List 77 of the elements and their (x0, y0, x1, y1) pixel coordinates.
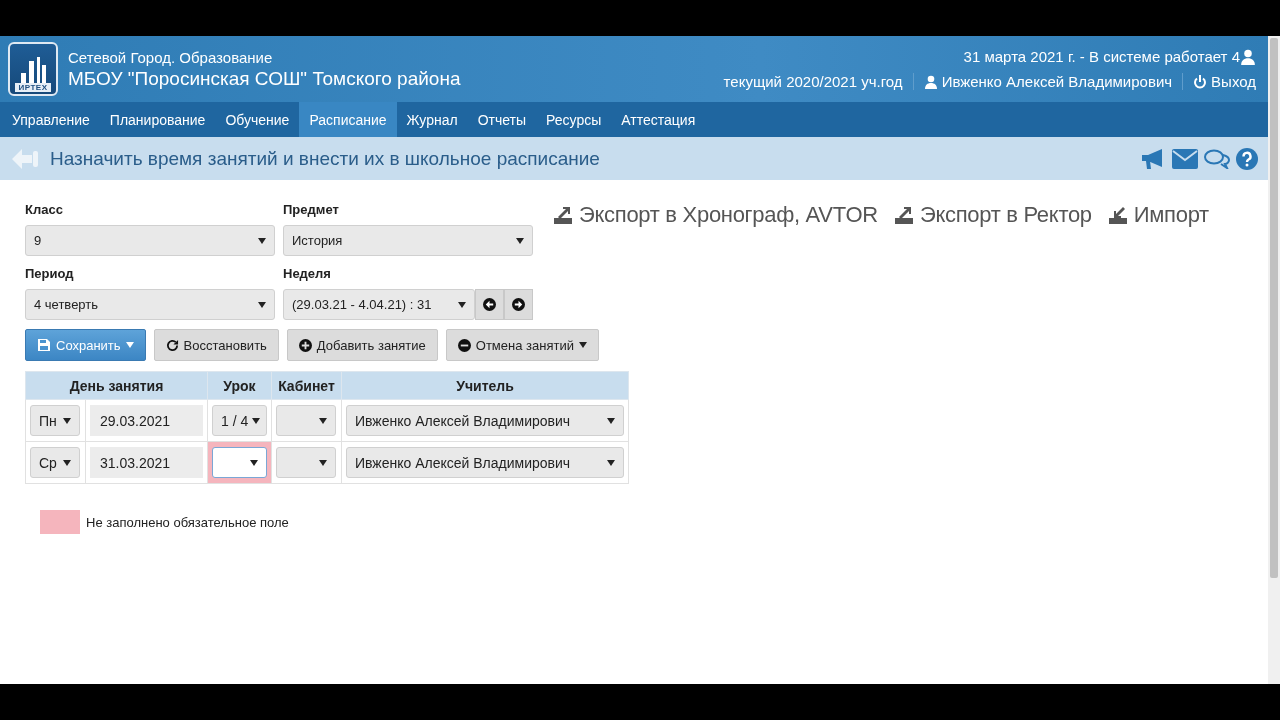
legend-text: Не заполнено обязательное поле (86, 514, 289, 530)
status-text: 31 марта 2021 г. - В системе работает 4 (963, 48, 1240, 65)
previous-week-button[interactable] (475, 289, 504, 320)
restore-button[interactable]: Восстановить (153, 329, 279, 361)
select-field[interactable]: 9 (25, 225, 275, 256)
legend-swatch (40, 510, 80, 534)
logout-link[interactable]: Выход (1182, 73, 1256, 90)
page-title: Назначить время занятий и внести их в школьное расписание (50, 147, 600, 170)
cancel-button[interactable]: Отмена занятий (445, 329, 599, 361)
caret-icon (516, 237, 524, 244)
import-icon (1107, 205, 1128, 225)
arrow-right-icon (512, 298, 525, 311)
field-label: Неделя (283, 266, 332, 281)
menu-item[interactable]: Расписание (299, 102, 397, 137)
day-select[interactable]: Пн (30, 405, 80, 436)
mail-icon[interactable] (1172, 148, 1198, 169)
user-icon (923, 74, 938, 89)
logo-bars-icon (18, 57, 48, 83)
export-link[interactable]: Экспорт в Хронограф, AVTOR (553, 202, 878, 228)
plus-circle-icon (298, 338, 312, 352)
select-field[interactable]: История (283, 225, 533, 256)
minus-circle-icon (457, 338, 471, 352)
school-year: текущий 2020/2021 уч.год (723, 73, 903, 90)
caret-icon (258, 237, 266, 244)
caret-icon (578, 342, 587, 348)
user-link[interactable]: Ивженко Алексей Владимирович (912, 73, 1173, 90)
help-icon[interactable] (1236, 147, 1258, 170)
column-header: Кабинет (271, 371, 342, 400)
user-icon (1240, 48, 1256, 65)
caret-icon (125, 342, 134, 348)
school-name: МБОУ "Поросинская СОШ" Томского района (68, 67, 461, 90)
export-icon (553, 205, 573, 225)
scrollbar[interactable] (1268, 36, 1280, 684)
caret-icon (63, 459, 71, 466)
caret-icon (458, 301, 466, 308)
field-label: Предмет (283, 202, 340, 217)
menu-item[interactable]: Обучение (215, 102, 300, 137)
add-button[interactable]: Добавить занятие (286, 329, 438, 361)
caret-icon (607, 417, 615, 424)
menu-item[interactable]: Отчеты (467, 102, 537, 137)
caret-icon (319, 417, 327, 424)
system-name: Сетевой Город. Образование (68, 48, 274, 66)
field-label: Класс (25, 202, 64, 217)
import-link[interactable]: Импорт (1107, 202, 1209, 228)
teacher-select[interactable]: Ивженко Алексей Владимирович (346, 447, 624, 478)
date-field[interactable]: 31.03.2021 (90, 447, 203, 478)
column-header: День занятия (25, 371, 208, 400)
save-icon (37, 338, 51, 352)
power-icon (1193, 74, 1208, 89)
week-select[interactable]: (29.03.21 - 4.04.21) : 31 (283, 289, 475, 320)
column-header: Учитель (341, 371, 629, 400)
caret-icon (607, 459, 615, 466)
refresh-icon (165, 338, 179, 352)
caret-icon (250, 459, 258, 466)
caret-icon (63, 417, 71, 424)
export-icon (893, 205, 914, 225)
logo-text: ИРТЕХ (15, 83, 51, 92)
date-field[interactable]: 29.03.2021 (90, 405, 203, 436)
field-label: Период (25, 266, 75, 281)
arrow-left-icon (483, 298, 496, 311)
export-link[interactable]: Экспорт в Ректор (893, 202, 1092, 228)
lesson-select[interactable] (212, 447, 267, 478)
menu-item[interactable]: Планирование (99, 102, 216, 137)
caret-icon (252, 417, 261, 424)
lesson-select[interactable]: 1 / 4 (212, 405, 267, 436)
menu-item[interactable]: Аттестация (611, 102, 706, 137)
caret-icon (319, 459, 327, 466)
menu-item[interactable]: Ресурсы (536, 102, 612, 137)
caret-icon (258, 301, 266, 308)
day-select[interactable]: Ср (30, 447, 80, 478)
select-field[interactable]: 4 четверть (25, 289, 275, 320)
teacher-select[interactable]: Ивженко Алексей Владимирович (346, 405, 624, 436)
column-header: Урок (207, 371, 272, 400)
menu-item[interactable]: Журнал (396, 102, 468, 137)
next-week-button[interactable] (504, 289, 533, 320)
chat-icon[interactable] (1204, 148, 1230, 169)
menu-item[interactable]: Управление (2, 102, 100, 137)
